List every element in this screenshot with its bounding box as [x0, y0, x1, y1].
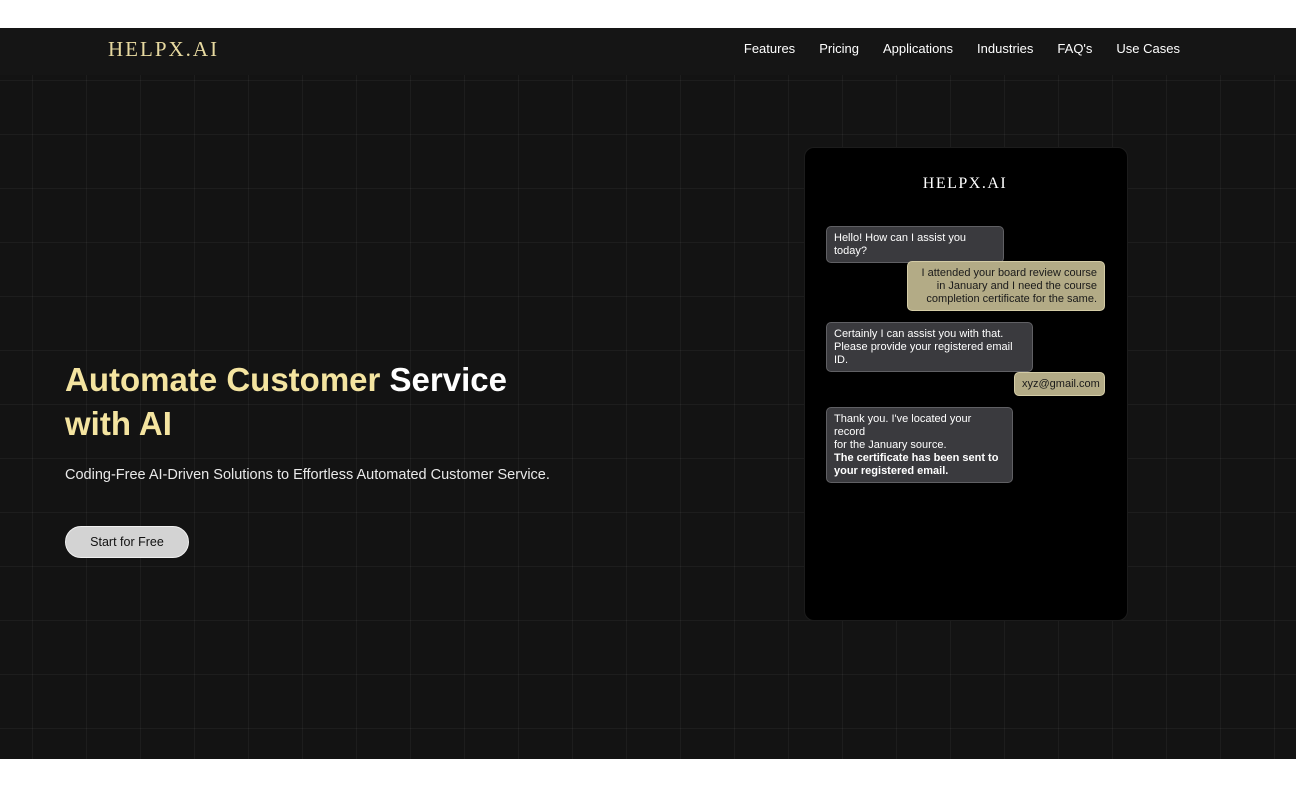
- chat-message-bot: Thank you. I've located your record for …: [826, 407, 1013, 483]
- hero-title: Automate Customer Service with AI: [65, 358, 605, 446]
- chat-message-user: xyz@gmail.com: [1014, 372, 1105, 396]
- chat-preview-card: HELPX.AI Hello! How can I assist you tod…: [804, 147, 1128, 621]
- hero-subtitle: Coding-Free AI-Driven Solutions to Effor…: [65, 467, 550, 483]
- nav-link-features[interactable]: Features: [744, 41, 795, 56]
- nav-link-use-cases[interactable]: Use Cases: [1116, 41, 1180, 56]
- chat-message-bot: Hello! How can I assist you today?: [826, 226, 1004, 263]
- page-edge: [1296, 28, 1300, 759]
- chat-message-bold-text: your registered email.: [834, 465, 949, 477]
- start-for-free-button[interactable]: Start for Free: [65, 526, 189, 558]
- hero-title-service: Service: [389, 361, 507, 398]
- top-navbar: HELPX.AI Features Pricing Applications I…: [0, 28, 1296, 75]
- chat-message-user: I attended your board review course in J…: [907, 261, 1105, 311]
- hero-title-with-ai: with AI: [65, 405, 172, 442]
- nav-menu: Features Pricing Applications Industries…: [744, 41, 1180, 56]
- nav-link-industries[interactable]: Industries: [977, 41, 1033, 56]
- nav-link-faqs[interactable]: FAQ's: [1057, 41, 1092, 56]
- chat-message-text: Thank you. I've located your record: [834, 413, 972, 438]
- chat-logo: HELPX.AI: [922, 175, 1008, 192]
- site-logo[interactable]: HELPX.AI: [108, 37, 219, 62]
- chat-message-text: I attended your board review course: [921, 267, 1098, 279]
- chat-message-text: for the January source.: [834, 439, 947, 451]
- chat-message-text: Certainly I can assist you with that.: [834, 328, 1004, 340]
- chat-message-bot: Certainly I can assist you with that. Pl…: [826, 322, 1033, 372]
- hero-title-highlight: Automate Customer: [65, 361, 381, 398]
- chat-message-text: Hello! How can I assist you today?: [834, 232, 967, 257]
- nav-link-applications[interactable]: Applications: [883, 41, 953, 56]
- chat-message-text: completion certificate for the same.: [926, 293, 1097, 305]
- chat-message-text: in January and I need the course: [936, 280, 1097, 292]
- chat-message-text: Please provide your registered email ID.: [834, 341, 1013, 366]
- nav-link-pricing[interactable]: Pricing: [819, 41, 859, 56]
- landing-page: HELPX.AI Features Pricing Applications I…: [0, 28, 1300, 759]
- chat-message-text: xyz@gmail.com: [1022, 378, 1100, 390]
- chat-message-bold-text: The certificate has been sent to: [834, 452, 999, 464]
